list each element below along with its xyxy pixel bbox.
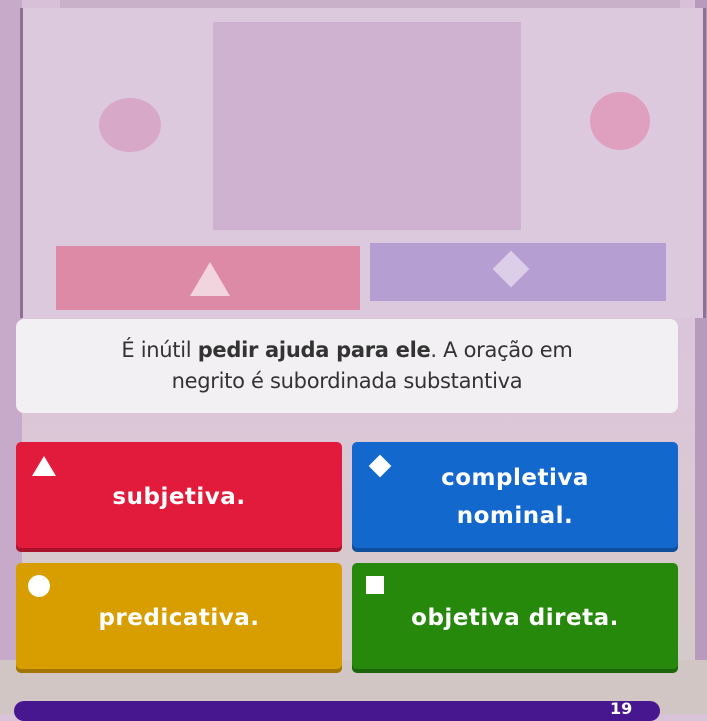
background-circle-left [99,98,161,152]
progress-bar [14,701,660,721]
answer-label: subjetiva. [112,484,246,510]
answer-button-blue[interactable]: completiva nominal. [352,442,678,552]
answer-label: objetiva direta. [411,605,619,631]
answer-label: predicativa. [98,605,260,631]
question-text: É inútil pedir ajuda para ele. A oração … [87,335,607,397]
question-card: É inútil pedir ajuda para ele. A oração … [16,319,678,413]
background-triangle [190,262,230,296]
square-icon [366,576,384,594]
triangle-icon [32,456,56,476]
answer-label: completiva nominal. [441,465,589,529]
circle-icon [28,575,50,597]
answer-button-yellow[interactable]: predicativa. [16,563,342,673]
background-circle-right [590,92,650,150]
diamond-icon [368,454,392,478]
question-prefix: É inútil [121,338,198,362]
answer-button-green[interactable]: objetiva direta. [352,563,678,673]
progress-number: 19 [610,699,633,718]
question-bold: pedir ajuda para ele [197,338,431,362]
answer-button-red[interactable]: subjetiva. [16,442,342,552]
background-screen [213,22,521,230]
